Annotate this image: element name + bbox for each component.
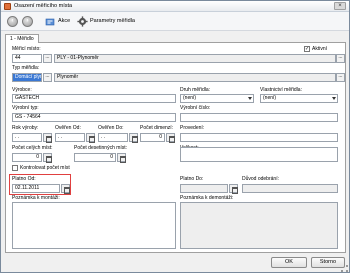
app-icon: [4, 3, 11, 10]
pocet-dimenzi-label: Počet dimenzí:: [140, 125, 174, 131]
vyrobni-typ-label: Výrobní typ:: [12, 105, 39, 111]
provedeni-label: Provedení:: [180, 125, 205, 131]
meter-parameters-button[interactable]: Parametry měřidla: [77, 16, 143, 28]
actions-label: Akce: [58, 18, 71, 24]
actions-icon: [45, 18, 55, 26]
poznamka-montaz-textarea[interactable]: [12, 202, 176, 249]
vlastnictvi-select[interactable]: (není): [260, 94, 338, 103]
pocet-dimenzi-picker-icon[interactable]: [166, 133, 175, 143]
typ-meridla-description: Plynoměr: [54, 73, 336, 82]
window-title: Osazení měřicího místa: [14, 3, 73, 9]
vyrobni-cislo-label: Výrobní číslo:: [180, 105, 211, 111]
aktivni-label: Aktivní: [312, 46, 328, 52]
rok-vyroby-label: Rok výroby:: [12, 125, 39, 131]
pocet-celych-mist-field[interactable]: 0: [12, 153, 42, 162]
platno-do-field[interactable]: [180, 184, 228, 193]
typ-meridla-label: Typ měřidla:: [12, 65, 40, 71]
dialog-window: Osazení měřicího místa × ‹ › Akce Parame…: [0, 0, 350, 273]
chevron-down-icon: [332, 97, 336, 100]
tab-bar: 1 - Měřidlo: [5, 34, 346, 43]
platno-do-calendar-icon[interactable]: [229, 184, 238, 194]
overeno-od-label: Ověřen Od:: [55, 125, 81, 131]
rok-vyroby-calendar-icon[interactable]: [43, 133, 52, 143]
vyrobni-typ-field[interactable]: GS - 74564: [12, 113, 176, 122]
kontrolovat-pocet-mist-checkbox[interactable]: [12, 165, 18, 171]
overeno-do-label: Ověřen Do:: [98, 125, 124, 131]
overeno-do-calendar-icon[interactable]: [129, 133, 138, 143]
back-button[interactable]: ‹: [7, 16, 18, 27]
vlastnictvi-value: (není): [263, 95, 277, 101]
poznamka-demontaz-label: Poznámka k demontáži:: [180, 195, 234, 201]
velikost-field[interactable]: [180, 147, 338, 162]
merici-misto-detail-button[interactable]: ...: [336, 54, 345, 63]
typ-meridla-field[interactable]: Domácí plyn: [12, 73, 42, 82]
platno-od-calendar-icon[interactable]: [61, 184, 70, 194]
aktivni-checkbox[interactable]: ✓: [304, 46, 310, 52]
druh-meridla-select[interactable]: (není): [180, 94, 254, 103]
resize-grip[interactable]: [341, 265, 348, 272]
ok-button[interactable]: OK: [271, 257, 307, 268]
platno-od-field[interactable]: 02.11.2011: [12, 184, 60, 193]
druh-meridla-label: Druh měřidla:: [180, 87, 211, 93]
vyrobce-label: Výrobce:: [12, 87, 32, 93]
pocet-dimenzi-field[interactable]: 0: [140, 133, 165, 142]
form-panel: Měřicí místo: ✓ Aktivní 44 ... PLY - 01-…: [5, 43, 346, 253]
vyrobce-field[interactable]: GASTECH: [12, 94, 176, 103]
pocet-desetinnych-mist-picker-icon[interactable]: [117, 153, 126, 163]
duvod-odebrani-label: Důvod odebrání:: [242, 176, 279, 182]
pocet-celych-mist-label: Počet celých míst:: [12, 145, 53, 151]
merici-misto-label: Měřicí místo:: [12, 46, 41, 52]
pocet-desetinnych-mist-label: Počet desetinných míst:: [74, 145, 128, 151]
title-bar[interactable]: Osazení měřicího místa ×: [1, 1, 349, 12]
platno-od-label: Platno Od:: [12, 176, 36, 182]
meter-parameters-label: Parametry měřidla: [90, 18, 135, 24]
merici-misto-field[interactable]: 44: [12, 54, 42, 63]
overeno-do-field[interactable]: . .: [98, 133, 128, 142]
close-window-button[interactable]: ×: [334, 2, 346, 10]
overeno-od-field[interactable]: . .: [55, 133, 85, 142]
forward-button[interactable]: ›: [22, 16, 33, 27]
merici-misto-browse-button[interactable]: ...: [43, 54, 52, 63]
tab-meridlo[interactable]: 1 - Měřidlo: [5, 34, 39, 43]
vyrobni-cislo-field[interactable]: [180, 113, 338, 122]
toolbar: ‹ › Akce Parametry měřidla: [1, 12, 349, 31]
storno-button[interactable]: Storno: [311, 257, 345, 268]
poznamka-montaz-label: Poznámka k montáži:: [12, 195, 60, 201]
provedeni-field[interactable]: [180, 133, 338, 142]
gear-icon: [77, 16, 88, 27]
typ-meridla-browse-button[interactable]: ...: [43, 73, 52, 82]
merici-misto-description: PLY - 01-Plynoměr: [54, 54, 336, 63]
chevron-down-icon: [248, 97, 252, 100]
vlastnictvi-label: Vlastnictví měřidla:: [260, 87, 302, 93]
pocet-desetinnych-mist-field[interactable]: 0: [74, 153, 116, 162]
druh-meridla-value: (není): [183, 95, 197, 101]
pocet-celych-mist-picker-icon[interactable]: [43, 153, 52, 163]
poznamka-demontaz-textarea[interactable]: [180, 202, 338, 249]
overeno-od-calendar-icon[interactable]: [86, 133, 95, 143]
platno-do-label: Platno Do:: [180, 176, 204, 182]
kontrolovat-pocet-mist-label: Kontrolovat počet míst: [20, 165, 70, 171]
duvod-odebrani-field[interactable]: [242, 184, 338, 193]
rok-vyroby-field[interactable]: . .: [12, 133, 42, 142]
typ-meridla-detail-button[interactable]: ...: [336, 73, 345, 82]
